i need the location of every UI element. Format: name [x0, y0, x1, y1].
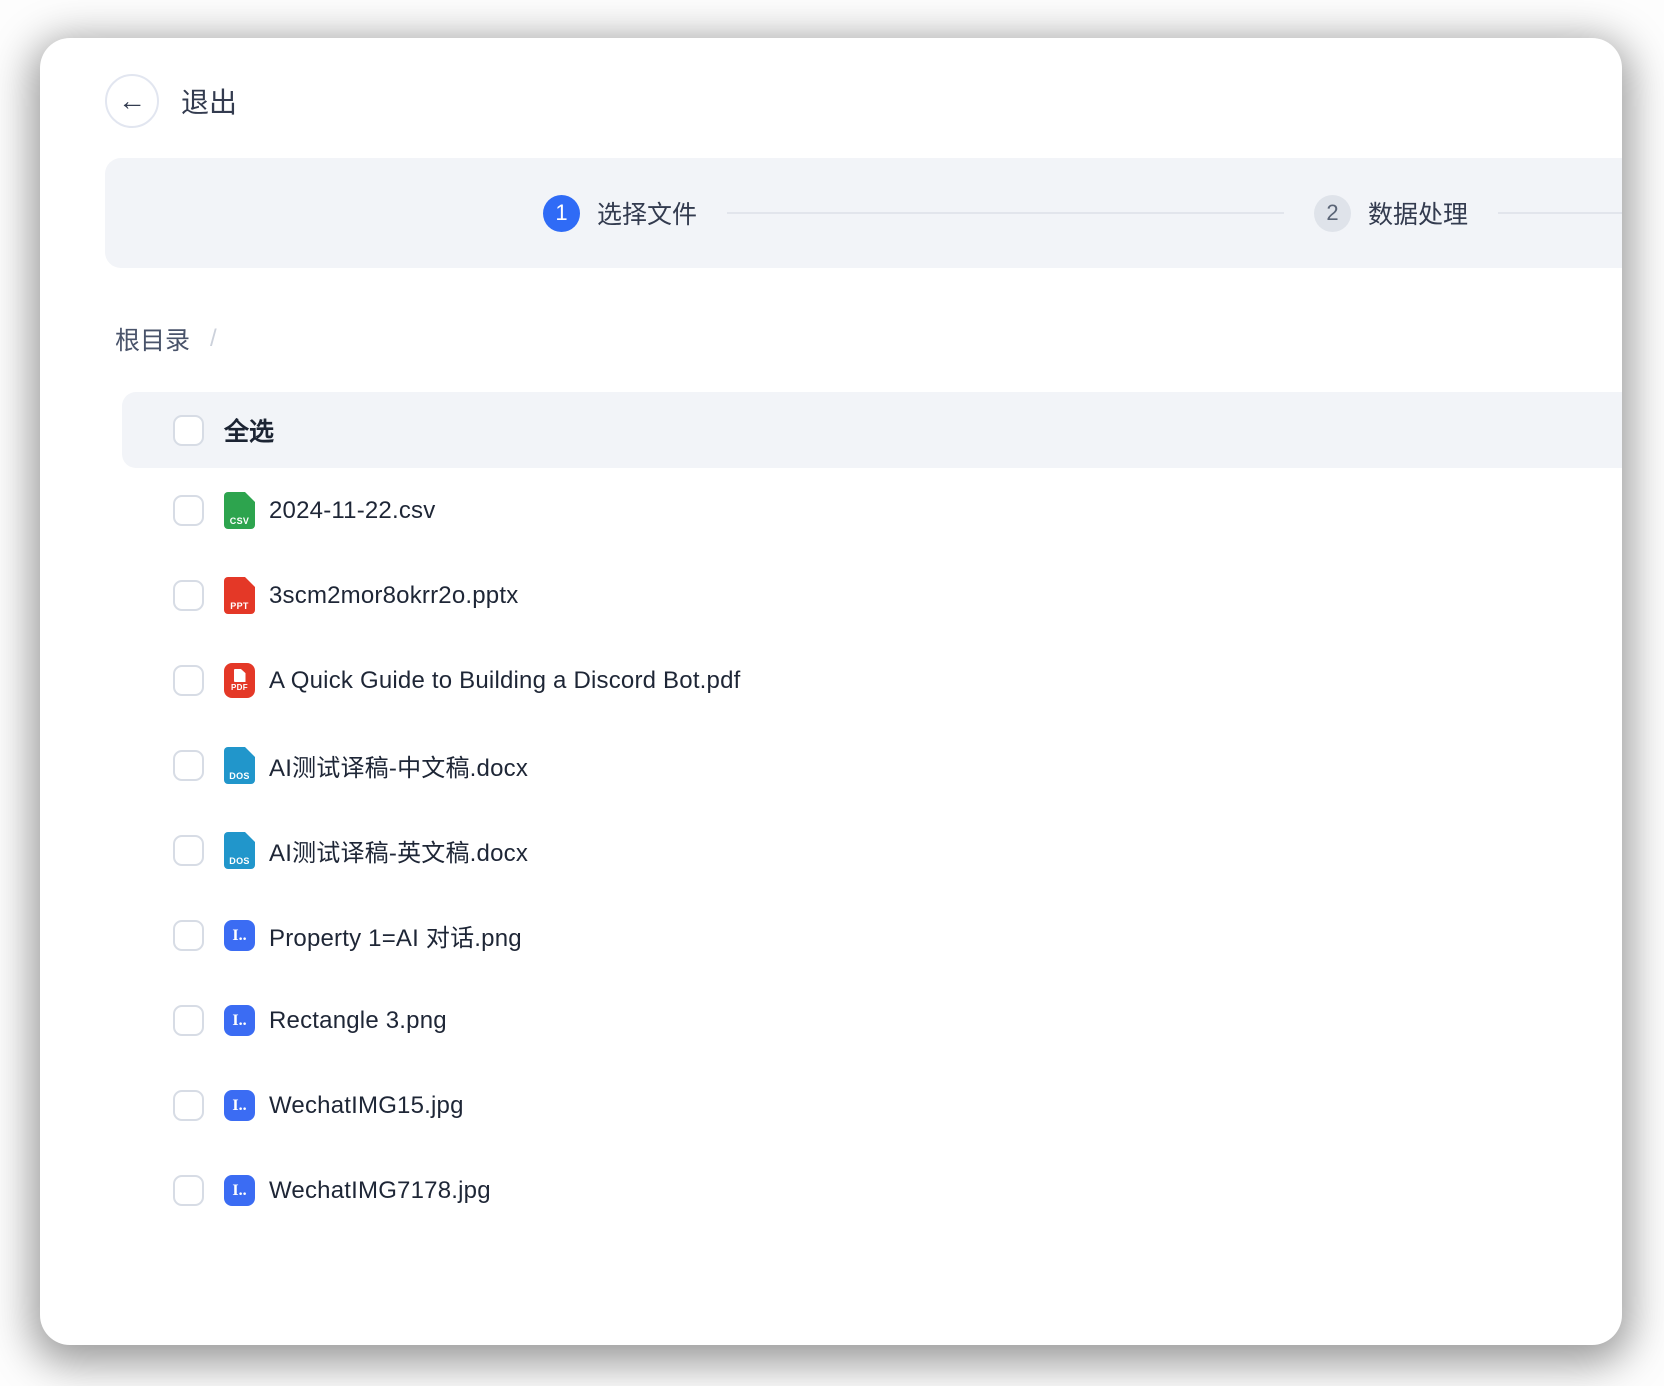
file-name: 2024-11-22.csv	[269, 497, 435, 525]
select-all-checkbox[interactable]	[173, 415, 204, 446]
file-checkbox[interactable]	[173, 1005, 204, 1036]
file-icon-badge: CSV	[230, 517, 249, 526]
doc-file-icon: DOS	[224, 832, 255, 869]
pdf-file-icon: PDF	[224, 663, 255, 698]
file-picker-window: ← 退出 1 选择文件 2 数据处理 根目录 / 全选 CSV 2024-11-…	[40, 38, 1622, 1345]
step-1-circle: 1	[543, 195, 580, 232]
img-file-icon: I..	[224, 1005, 255, 1036]
stepper-connector	[727, 212, 1284, 214]
file-row[interactable]: I.. Rectangle 3.png	[122, 978, 1622, 1063]
pdf-page-glyph	[234, 669, 246, 682]
breadcrumb: 根目录 /	[115, 321, 217, 357]
file-name: A Quick Guide to Building a Discord Bot.…	[269, 667, 741, 695]
file-row[interactable]: I.. WechatIMG15.jpg	[122, 1063, 1622, 1148]
img-file-icon: I..	[224, 920, 255, 951]
exit-label: 退出	[181, 81, 237, 121]
select-all-label: 全选	[224, 412, 274, 448]
breadcrumb-separator: /	[210, 325, 217, 353]
file-row[interactable]: CSV 2024-11-22.csv	[122, 468, 1622, 553]
left-arrow-icon: ←	[118, 85, 146, 117]
step-select-files[interactable]: 1 选择文件	[543, 195, 697, 232]
file-icon-badge: I..	[232, 1098, 246, 1114]
back-button[interactable]: ←	[105, 74, 159, 128]
step-data-processing[interactable]: 2 数据处理	[1314, 195, 1468, 232]
file-row[interactable]: I.. WechatIMG7178.jpg	[122, 1148, 1622, 1233]
file-name: 3scm2mor8okrr2o.pptx	[269, 582, 518, 610]
file-row[interactable]: DOS AI测试译稿-英文稿.docx	[122, 808, 1622, 893]
stepper-bar: 1 选择文件 2 数据处理	[105, 158, 1622, 268]
csv-file-icon: CSV	[224, 492, 255, 529]
file-name: Property 1=AI 对话.png	[269, 918, 522, 953]
file-row[interactable]: I.. Property 1=AI 对话.png	[122, 893, 1622, 978]
file-row[interactable]: DOS AI测试译稿-中文稿.docx	[122, 723, 1622, 808]
stepper-connector	[1498, 212, 1622, 214]
file-name: AI测试译稿-中文稿.docx	[269, 748, 528, 783]
step-2-circle: 2	[1314, 195, 1351, 232]
step-1-label: 选择文件	[597, 195, 697, 231]
file-icon-badge: I..	[232, 1183, 246, 1199]
file-name: Rectangle 3.png	[269, 1007, 447, 1035]
step-2-label: 数据处理	[1368, 195, 1468, 231]
breadcrumb-root-link[interactable]: 根目录	[115, 321, 190, 357]
img-file-icon: I..	[224, 1175, 255, 1206]
ppt-file-icon: PPT	[224, 577, 255, 614]
file-checkbox[interactable]	[173, 920, 204, 951]
img-file-icon: I..	[224, 1090, 255, 1121]
file-name: AI测试译稿-英文稿.docx	[269, 833, 528, 868]
file-row[interactable]: PPT 3scm2mor8okrr2o.pptx	[122, 553, 1622, 638]
file-icon-badge: PDF	[231, 684, 248, 692]
file-checkbox[interactable]	[173, 1090, 204, 1121]
file-checkbox[interactable]	[173, 665, 204, 696]
file-checkbox[interactable]	[173, 750, 204, 781]
file-name: WechatIMG7178.jpg	[269, 1177, 491, 1205]
file-list: CSV 2024-11-22.csv PPT 3scm2mor8okrr2o.p…	[122, 468, 1622, 1233]
file-checkbox[interactable]	[173, 580, 204, 611]
file-icon-badge: I..	[232, 928, 246, 944]
doc-file-icon: DOS	[224, 747, 255, 784]
file-icon-badge: DOS	[229, 772, 249, 781]
file-checkbox[interactable]	[173, 495, 204, 526]
select-all-bar: 全选	[122, 392, 1622, 468]
file-icon-badge: I..	[232, 1013, 246, 1029]
file-icon-badge: DOS	[229, 857, 249, 866]
file-row[interactable]: PDF A Quick Guide to Building a Discord …	[122, 638, 1622, 723]
file-checkbox[interactable]	[173, 1175, 204, 1206]
file-icon-badge: PPT	[230, 602, 248, 611]
file-checkbox[interactable]	[173, 835, 204, 866]
header-bar: ← 退出	[105, 74, 237, 128]
file-name: WechatIMG15.jpg	[269, 1092, 464, 1120]
